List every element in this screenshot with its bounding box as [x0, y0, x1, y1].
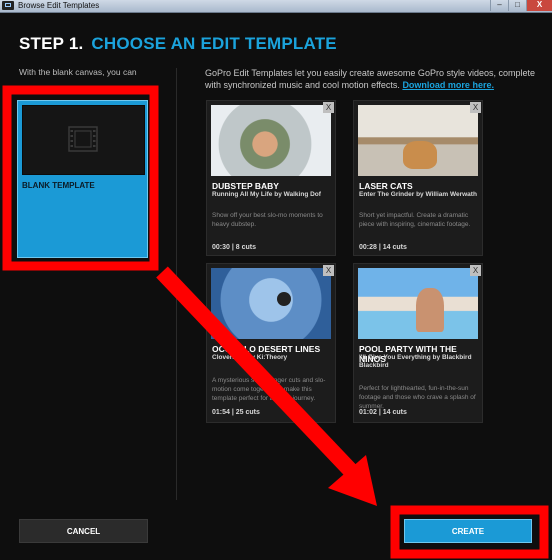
window-title: Browse Edit Templates: [18, 1, 100, 10]
download-more-link[interactable]: Download more here.: [402, 80, 494, 90]
template-meta: 00:30 | 8 cuts: [212, 244, 256, 251]
blank-template-thumbnail: [22, 105, 145, 175]
close-window-button[interactable]: X: [526, 0, 552, 11]
template-thumbnail: [358, 268, 478, 339]
template-song: Enter The Grinder by William Werwath: [359, 191, 477, 198]
template-song: Cloverland by Ki:Theory: [212, 354, 288, 361]
app-icon: [2, 1, 14, 10]
minimize-button[interactable]: –: [490, 0, 508, 11]
cancel-button[interactable]: CANCEL: [19, 519, 148, 543]
template-thumbnail: [211, 105, 331, 176]
window-titlebar: Browse Edit Templates – □ X: [0, 0, 552, 13]
template-title: LASER CATS: [359, 181, 413, 191]
film-strip-icon: [68, 126, 98, 152]
step-heading: CHOOSE AN EDIT TEMPLATE: [91, 34, 337, 53]
template-card-dubstep-baby[interactable]: X DUBSTEP BABY Running All My Life by Wa…: [206, 100, 336, 256]
template-description: A mysterious song, longer cuts and slo-m…: [212, 377, 326, 402]
remove-template-icon[interactable]: X: [470, 265, 481, 276]
templates-description: GoPro Edit Templates let you easily crea…: [205, 67, 540, 91]
template-thumbnail: [211, 268, 331, 339]
template-song: I'll Give You Everything by Blackbird Bl…: [359, 354, 472, 369]
blank-template-card[interactable]: BLANK TEMPLATE: [17, 100, 148, 258]
template-song: Running All My Life by Walking Dof: [212, 191, 321, 198]
blank-template-label: BLANK TEMPLATE: [22, 181, 95, 190]
remove-template-icon[interactable]: X: [470, 102, 481, 113]
template-meta: 01:54 | 25 cuts: [212, 409, 260, 416]
template-meta: 00:28 | 14 cuts: [359, 244, 407, 251]
template-title: OCOTILLO DESERT LINES: [212, 344, 321, 354]
template-description: Show off your best slo-mo moments to hea…: [212, 212, 323, 228]
page-title: STEP 1. CHOOSE AN EDIT TEMPLATE: [19, 34, 337, 54]
blank-canvas-description: With the blank canvas, you can: [19, 67, 137, 77]
annotation-arrowhead: [328, 455, 377, 506]
template-thumbnail: [358, 105, 478, 176]
template-meta: 01:02 | 14 cuts: [359, 409, 407, 416]
column-divider: [176, 68, 177, 500]
template-description: Short yet impactful. Create a dramatic p…: [359, 212, 471, 228]
template-card-laser-cats[interactable]: X LASER CATS Enter The Grinder by Willia…: [353, 100, 483, 256]
step-number: STEP 1.: [19, 34, 84, 53]
create-button[interactable]: CREATE: [404, 519, 532, 543]
maximize-button[interactable]: □: [508, 0, 526, 11]
remove-template-icon[interactable]: X: [323, 265, 334, 276]
template-card-pool-party[interactable]: X POOL PARTY WITH THE NIÑOS I'll Give Yo…: [353, 263, 483, 423]
template-description: Perfect for lighthearted, fun-in-the-sun…: [359, 385, 476, 410]
template-card-ocotillo-desert-lines[interactable]: X OCOTILLO DESERT LINES Cloverland by Ki…: [206, 263, 336, 423]
remove-template-icon[interactable]: X: [323, 102, 334, 113]
template-title: DUBSTEP BABY: [212, 181, 279, 191]
